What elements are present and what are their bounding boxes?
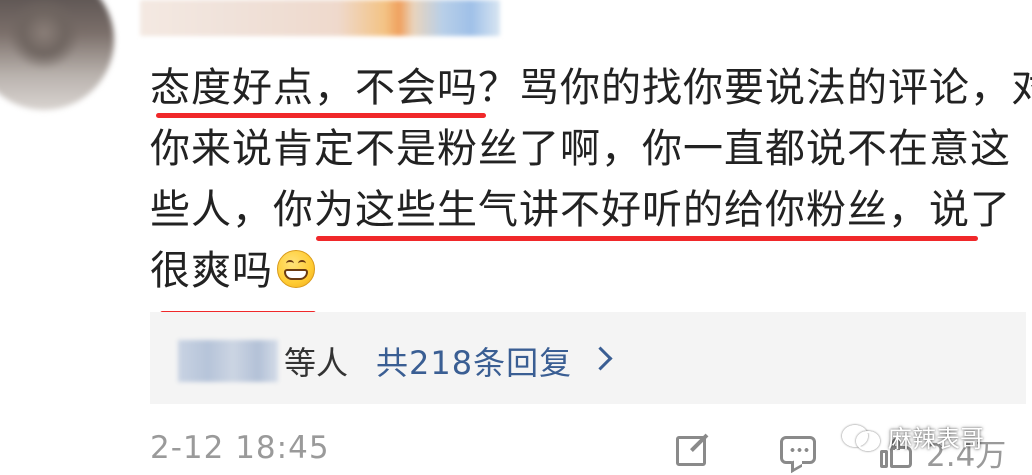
highlight-underline: [156, 113, 486, 118]
comment-line: 很爽吗: [150, 248, 273, 294]
replies-count-link[interactable]: 共218条回复: [376, 338, 572, 384]
comment-line: 些人，你为这些生气讲不好听的给你粉丝，说了: [150, 187, 1011, 233]
comment-line: 态度好点，不会吗？骂你的找你要说法的评论，对: [150, 65, 1032, 111]
comment-card: 态度好点，不会吗？骂你的找你要说法的评论，对 你来说肯定不是粉丝了啊，你一直都说…: [0, 0, 1032, 475]
grinning-face-icon: [277, 250, 315, 288]
comment-line: 你来说肯定不是粉丝了啊，你一直都说不在意这: [150, 126, 1011, 172]
comment-body: 态度好点，不会吗？骂你的找你要说法的评论，对 你来说肯定不是粉丝了啊，你一直都说…: [150, 58, 1032, 302]
watermark-text: 麻辣表哥: [888, 424, 984, 453]
comment-date: 2-12 18:45: [150, 430, 330, 466]
username-blurred[interactable]: [140, 0, 500, 36]
chevron-right-icon[interactable]: [588, 346, 613, 371]
highlight-underline: [316, 236, 978, 241]
share-icon[interactable]: [676, 436, 706, 466]
replies-box[interactable]: 等人 共218条回复: [150, 312, 1026, 404]
reply-icon[interactable]: [780, 436, 816, 464]
watermark: 麻辣表哥: [842, 418, 984, 454]
comment-line-last: 很爽吗: [150, 241, 1030, 302]
wechat-logo-icon: [842, 421, 882, 451]
avatar[interactable]: [0, 0, 114, 110]
replies-suffix: 等人: [284, 344, 349, 382]
replier-name-blurred: [178, 340, 278, 382]
